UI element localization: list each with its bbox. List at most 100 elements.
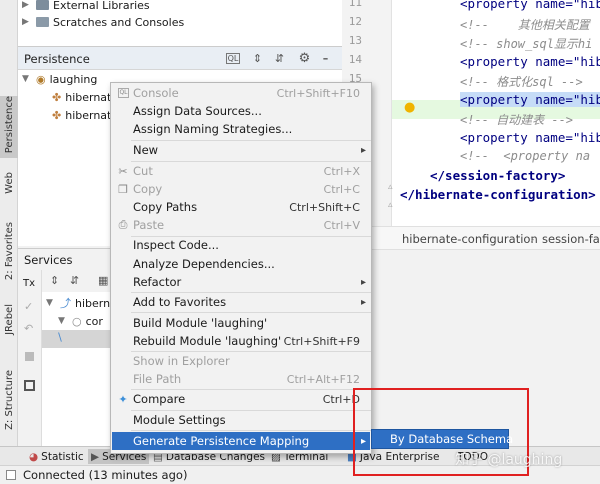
stripe-tab-label: 2: Favorites [3,222,15,281]
line-number: 11 [348,0,362,9]
menu-item-generate-persistence-mapping[interactable]: Generate Persistence Mapping ▸ [112,432,370,450]
menu-item-compare[interactable]: ✦ Compare Ctrl+D [112,390,370,408]
code-line: </session-factory> [430,168,566,183]
code-line: <!-- 自动建表 --> [460,113,574,127]
tree-item-hibernate-console[interactable]: ▼ ⤴ hibern [46,294,110,312]
expand-all-icon[interactable]: ⇕ [50,274,59,287]
menu-item-shortcut: Ctrl+Shift+F10 [276,86,360,100]
chevron-right-icon[interactable]: ▶ [22,17,32,27]
tx-icon[interactable]: Tx [23,278,35,289]
menu-item-build-module[interactable]: Build Module 'laughing' [112,314,370,332]
menu-item-add-to-favorites[interactable]: Add to Favorites ▸ [112,293,370,311]
menu-item-inspect-code[interactable]: Inspect Code... [112,236,370,254]
tree-item-console[interactable]: ▼ ○ cor [58,312,103,330]
stripe-tab-label: Web [3,172,15,194]
chevron-down-icon[interactable]: ▼ [22,74,32,84]
menu-item-analyze-dependencies[interactable]: Analyze Dependencies... [112,255,370,273]
hibernate-icon: ✤ [52,90,62,104]
tree-item-label: External Libraries [53,0,150,12]
menu-item-file-path[interactable]: File Path Ctrl+Alt+F12 [112,370,370,388]
menu-item-label: Build Module 'laughing' [133,316,268,330]
rollback-icon[interactable]: ↶ [24,322,33,335]
chevron-right-icon: ▸ [360,296,366,308]
hibernate-icon: ✤ [52,108,62,122]
panel-title: Persistence [24,52,90,66]
code-line: <property name="hib [460,0,600,11]
chevron-down-icon[interactable]: ▼ [46,298,56,308]
status-text: Connected (13 minutes ago) [23,468,188,482]
tree-item-hibernate-1[interactable]: ✤ hibernat [52,88,111,106]
tree-item-hibernate-2[interactable]: ✤ hibernat [52,106,111,124]
stripe-tab-label: Persistence [3,96,15,154]
chevron-right-icon[interactable]: ▶ [22,0,32,10]
menu-item-paste[interactable]: ⎙ Paste Ctrl+V [112,216,370,234]
menu-item-cut[interactable]: ✂ Cut Ctrl+X [112,162,370,180]
code-line: </hibernate-configuration> [400,187,596,202]
check-icon[interactable]: ✓ [24,300,33,313]
services-panel-header: Services [18,248,118,270]
menu-item-copy-paths[interactable]: Copy Paths Ctrl+Shift+C [112,198,370,216]
collapse-all-icon[interactable]: ⇵ [272,51,287,66]
module-icon: ◉ [36,72,46,86]
code-editor[interactable]: 11 12 13 14 15 16 17 18 19 ▵ ▵ ● <proper… [342,0,600,226]
tree-item-label: cor [85,314,103,328]
tree-item-label: laughing [49,72,98,86]
stripe-tab-label: JRebel [3,304,15,335]
status-toggle-icon[interactable] [6,470,16,480]
stripe-tab-persistence[interactable]: Persistence [0,96,18,158]
tree-item-scratches[interactable]: ▶ Scratches and Consoles [22,13,184,31]
line-number: 14 [348,53,362,66]
fold-icon[interactable]: ▵ [388,182,393,192]
compare-icon: ✦ [118,392,128,406]
menu-item-refactor[interactable]: Refactor ▸ [112,273,370,291]
menu-item-label: Rebuild Module 'laughing' [133,334,282,348]
fold-icon[interactable]: ▵ [388,200,393,210]
expand-all-icon[interactable]: ⇕ [250,51,265,66]
ql-icon[interactable]: QL [226,53,240,64]
breadcrumb-item[interactable]: hibernate-configuration [402,232,538,246]
menu-item-assign-data-sources[interactable]: Assign Data Sources... [112,102,370,120]
breadcrumb-separator: › [530,232,535,246]
menu-separator [131,312,371,313]
code-line: <!-- 其他相关配置 [460,18,590,32]
gear-icon[interactable]: ⚙ [297,51,312,66]
stop-icon[interactable] [25,352,34,361]
menu-item-label: Show in Explorer [133,354,230,368]
tree-item-laughing[interactable]: ▼ ◉ laughing [22,70,97,88]
persistence-panel-header: Persistence QL ⇕ ⇵ ⚙ – [18,46,342,70]
stripe-tab-structure[interactable]: Z: Structure [0,370,18,440]
code-line: <!-- <property na [460,149,591,163]
tree-item-external-libraries[interactable]: ▶ External Libraries [22,0,150,14]
project-tree: ▶ External Libraries ▶ Scratches and Con… [18,0,342,46]
menu-item-module-settings[interactable]: Module Settings [112,411,370,429]
tab-statistic[interactable]: ◕ Statistic [26,449,87,464]
menu-item-label: Module Settings [133,413,226,427]
lightbulb-icon[interactable]: ● [404,100,415,115]
stripe-tab-favorites[interactable]: 2: Favorites [0,222,18,288]
tree-item-label: hibernat [65,90,112,104]
tree-item-label: Scratches and Consoles [53,15,185,29]
menu-item-copy[interactable]: ❐ Copy Ctrl+C [112,180,370,198]
menu-item-console[interactable]: QL Console Ctrl+Shift+F10 [112,84,370,102]
menu-item-new[interactable]: New ▸ [112,141,370,159]
menu-item-label: Refactor [133,275,182,289]
stripe-tab-web[interactable]: Web [0,172,18,216]
menu-item-assign-naming-strategies[interactable]: Assign Naming Strategies... [112,120,370,138]
code-line: <!-- 格式化sql --> [460,75,583,89]
menu-item-show-in-explorer[interactable]: Show in Explorer [112,352,370,370]
paste-icon: ⎙ [118,218,128,231]
stripe-tab-jrebel[interactable]: JRebel [0,304,18,354]
services-icon: ▶ [91,450,100,463]
selected-row[interactable]: ∖ [42,330,112,348]
collapse-all-icon[interactable]: ⇵ [70,274,79,287]
hide-icon[interactable]: – [318,51,333,66]
code-line: <!-- show_sql显示hi [460,37,593,51]
group-icon[interactable]: ▦ [98,274,108,287]
menu-item-label: Add to Favorites [133,295,227,309]
breadcrumb-item[interactable]: session-fact [542,232,600,246]
layout-icon[interactable] [24,380,35,391]
menu-item-shortcut: Ctrl+X [323,164,360,178]
chevron-down-icon[interactable]: ▼ [58,316,68,326]
services-toolbar: ⇕ ⇵ ▦ [42,270,112,292]
menu-item-rebuild-module[interactable]: Rebuild Module 'laughing' Ctrl+Shift+F9 [112,332,370,350]
